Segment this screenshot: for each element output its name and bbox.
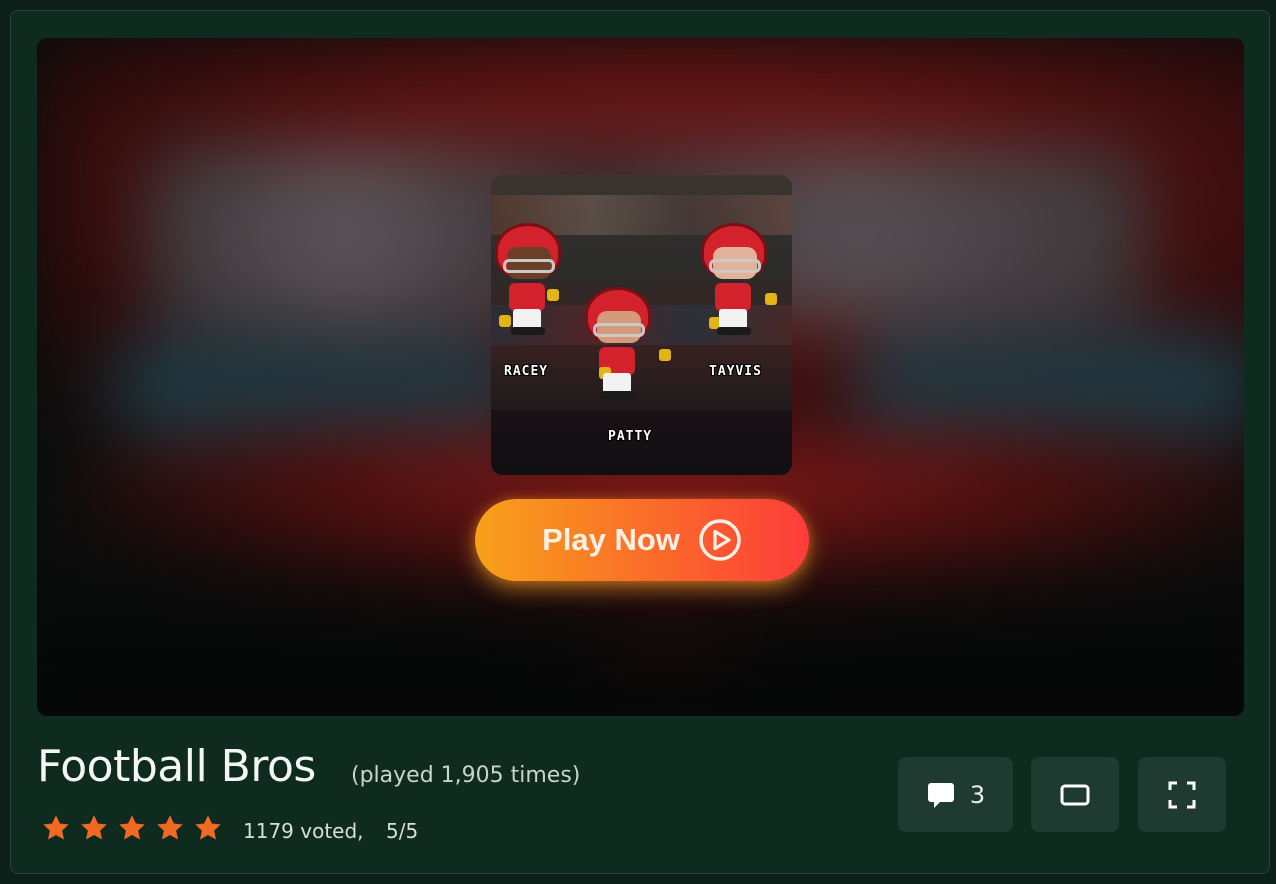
play-count: (played 1,905 times)	[351, 763, 581, 788]
game-preview-area[interactable]: RACEY PATTY TAYVIS Play Now	[37, 38, 1244, 716]
comments-button[interactable]: 3	[898, 757, 1013, 832]
vote-count: 1179 voted,	[243, 819, 364, 843]
player-racey	[495, 223, 575, 343]
rating-score: 5/5	[386, 819, 419, 843]
game-thumbnail[interactable]: RACEY PATTY TAYVIS	[491, 175, 792, 475]
fullscreen-icon	[1168, 781, 1196, 808]
player-patty	[585, 287, 671, 417]
theater-mode-icon	[1060, 784, 1090, 805]
star-icon[interactable]	[41, 813, 71, 843]
play-circle-icon	[699, 519, 741, 561]
player-name-patty: PATTY	[608, 429, 653, 444]
star-icon[interactable]	[155, 813, 185, 843]
player-name-tayvis: TAYVIS	[709, 364, 762, 379]
game-card: RACEY PATTY TAYVIS Play Now Football Bro…	[10, 10, 1270, 874]
star-icon[interactable]	[79, 813, 109, 843]
play-now-button[interactable]: Play Now	[475, 499, 809, 581]
theater-mode-button[interactable]	[1031, 757, 1119, 832]
player-tayvis	[701, 223, 781, 343]
rating-stars[interactable]	[41, 813, 223, 843]
fullscreen-button[interactable]	[1138, 757, 1226, 832]
player-name-racey: RACEY	[504, 364, 549, 379]
play-now-label: Play Now	[542, 522, 680, 557]
game-title: Football Bros	[37, 741, 316, 792]
star-icon[interactable]	[193, 813, 223, 843]
comment-bubble-icon	[927, 782, 954, 808]
star-icon[interactable]	[117, 813, 147, 843]
comment-count: 3	[969, 780, 986, 809]
